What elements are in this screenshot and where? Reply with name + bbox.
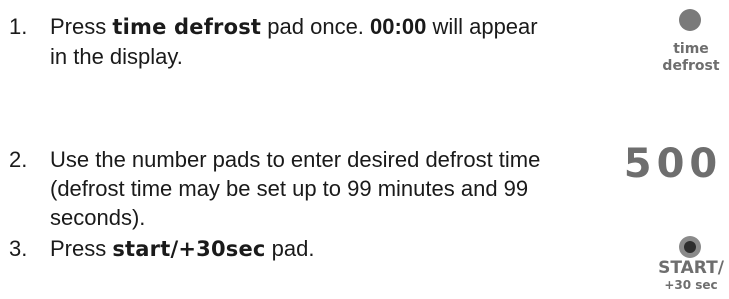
step-number: 3. bbox=[9, 236, 28, 261]
start-pad-icon bbox=[679, 236, 701, 258]
step-text-prefix: Press bbox=[50, 14, 113, 39]
step-text: Press start/+30sec pad. bbox=[50, 234, 555, 264]
step-number: 2. bbox=[9, 147, 28, 172]
display-readout: 500 bbox=[623, 141, 723, 187]
start-label-line1: START/ bbox=[658, 258, 724, 278]
pad-name-time-defrost: time defrost bbox=[112, 15, 262, 39]
step-text-prefix: Press bbox=[50, 236, 113, 261]
step-text: Use the number pads to enter desired def… bbox=[50, 147, 541, 230]
time-defrost-pad-label: time defrost bbox=[646, 41, 729, 75]
step-text-suffix: pad. bbox=[265, 236, 315, 261]
time-defrost-pad-icon bbox=[679, 9, 701, 31]
time-defrost-label-line2: defrost bbox=[662, 58, 720, 74]
step-text: Press time defrost pad once. 00:00 will … bbox=[50, 12, 555, 71]
start-pad-label: START/ +30 sec bbox=[646, 258, 729, 293]
display-reading: 00:00 bbox=[370, 14, 427, 39]
step-number: 1. bbox=[9, 14, 28, 39]
pad-name-start: start/+30sec bbox=[112, 237, 266, 261]
time-defrost-label-line1: time bbox=[673, 41, 709, 57]
start-label-line2: +30 sec bbox=[664, 278, 718, 292]
step-text-middle: pad once. bbox=[261, 14, 371, 39]
